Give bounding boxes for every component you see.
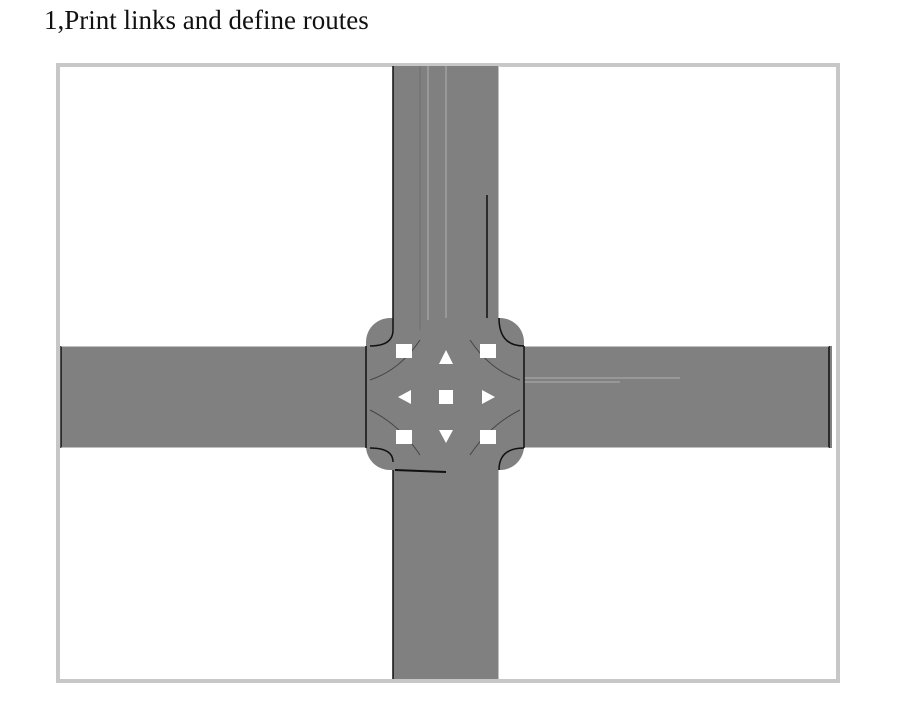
- island-se: [480, 430, 496, 444]
- west-road: [61, 346, 401, 448]
- east-road: [492, 346, 832, 448]
- island-sw: [396, 430, 412, 444]
- south-road: [393, 441, 499, 679]
- island-nw: [396, 344, 412, 358]
- island-ne: [480, 344, 496, 358]
- intersection-diagram: [60, 66, 832, 679]
- center-square: [439, 390, 453, 404]
